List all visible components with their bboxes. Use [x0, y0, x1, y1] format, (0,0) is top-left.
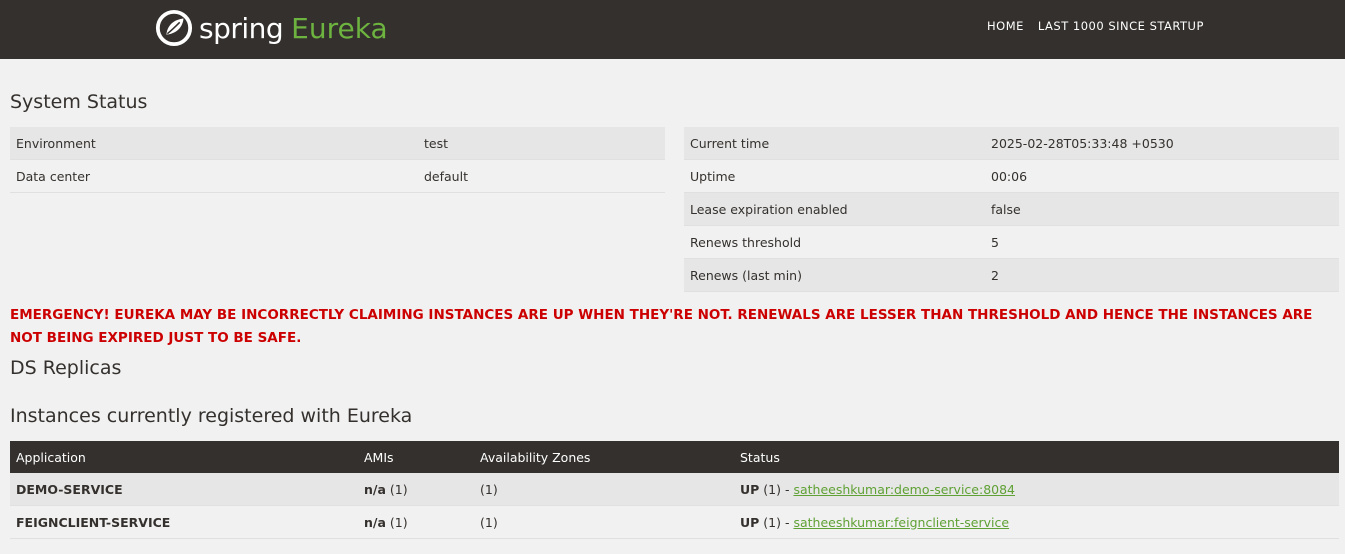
- status-cell: UP (1) - satheeshkumar:demo-service:8084: [734, 473, 1339, 506]
- table-row: Current time 2025-02-28T05:33:48 +0530: [684, 127, 1339, 160]
- renews-last-min-value: 2: [985, 258, 1339, 292]
- table-row: DEMO-SERVICE n/a (1) (1) UP (1) - sathee…: [10, 473, 1339, 506]
- datacenter-value: default: [418, 159, 665, 193]
- ami-count: (1): [389, 481, 408, 497]
- ami-cell: n/a (1): [358, 473, 474, 506]
- current-time-label: Current time: [684, 127, 985, 160]
- ami-label: n/a: [364, 481, 386, 497]
- brand-logo[interactable]: spring Eureka: [155, 8, 388, 48]
- lease-value: false: [985, 192, 1339, 226]
- instance-link[interactable]: satheeshkumar:feignclient-service: [793, 515, 1009, 530]
- table-row: Data center default: [10, 159, 665, 193]
- renews-last-min-label: Renews (last min): [684, 258, 985, 292]
- instance-link[interactable]: satheeshkumar:demo-service:8084: [793, 482, 1015, 497]
- status-count: (1) -: [763, 514, 794, 530]
- emergency-warning: EMERGENCY! EUREKA MAY BE INCORRECTLY CLA…: [10, 307, 1313, 346]
- header-availability-zones: Availability Zones: [474, 441, 734, 473]
- renews-threshold-label: Renews threshold: [684, 225, 985, 259]
- lease-label: Lease expiration enabled: [684, 192, 985, 226]
- table-header-row: Application AMIs Availability Zones Stat…: [10, 441, 1339, 473]
- env-label: Environment: [10, 127, 418, 160]
- table-row: Environment test: [10, 127, 665, 160]
- zones-cell: (1): [474, 505, 734, 539]
- spring-logo-icon: [155, 9, 193, 47]
- nav-links: HOME LAST 1000 SINCE STARTUP: [987, 19, 1204, 33]
- ami-count: (1): [389, 514, 408, 530]
- header-status: Status: [734, 441, 1339, 473]
- brand-spring-text: spring: [199, 11, 284, 45]
- renews-threshold-value: 5: [985, 225, 1339, 259]
- current-time-value: 2025-02-28T05:33:48 +0530: [985, 127, 1339, 160]
- ami-cell: n/a (1): [358, 505, 474, 539]
- uptime-label: Uptime: [684, 159, 985, 193]
- system-status-title: System Status: [10, 91, 148, 113]
- navbar: spring Eureka HOME LAST 1000 SINCE START…: [0, 0, 1345, 59]
- status-count: (1) -: [763, 481, 794, 497]
- table-row: Renews threshold 5: [684, 225, 1339, 259]
- nav-last1000-link[interactable]: LAST 1000 SINCE STARTUP: [1038, 19, 1204, 33]
- env-value: test: [418, 127, 665, 160]
- status-up: UP: [740, 481, 760, 497]
- table-row: Renews (last min) 2: [684, 258, 1339, 292]
- instances-table: Application AMIs Availability Zones Stat…: [10, 441, 1339, 539]
- instances-title: Instances currently registered with Eure…: [10, 405, 413, 427]
- table-row: FEIGNCLIENT-SERVICE n/a (1) (1) UP (1) -…: [10, 505, 1339, 539]
- table-row: Uptime 00:06: [684, 159, 1339, 193]
- datacenter-label: Data center: [10, 159, 418, 193]
- ds-replicas-title: DS Replicas: [10, 357, 122, 379]
- brand-eureka-text: Eureka: [291, 11, 388, 45]
- zones-cell: (1): [474, 473, 734, 506]
- status-cell: UP (1) - satheeshkumar:feignclient-servi…: [734, 505, 1339, 539]
- header-amis: AMIs: [358, 441, 474, 473]
- table-row: Lease expiration enabled false: [684, 192, 1339, 226]
- app-name: DEMO-SERVICE: [10, 473, 358, 506]
- app-name: FEIGNCLIENT-SERVICE: [10, 505, 358, 539]
- nav-home-link[interactable]: HOME: [987, 19, 1024, 33]
- uptime-value: 00:06: [985, 159, 1339, 193]
- ami-label: n/a: [364, 514, 386, 530]
- system-status-right-table: Current time 2025-02-28T05:33:48 +0530 U…: [684, 127, 1339, 292]
- header-application: Application: [10, 441, 358, 473]
- system-status-left-table: Environment test Data center default: [10, 127, 665, 193]
- status-up: UP: [740, 514, 760, 530]
